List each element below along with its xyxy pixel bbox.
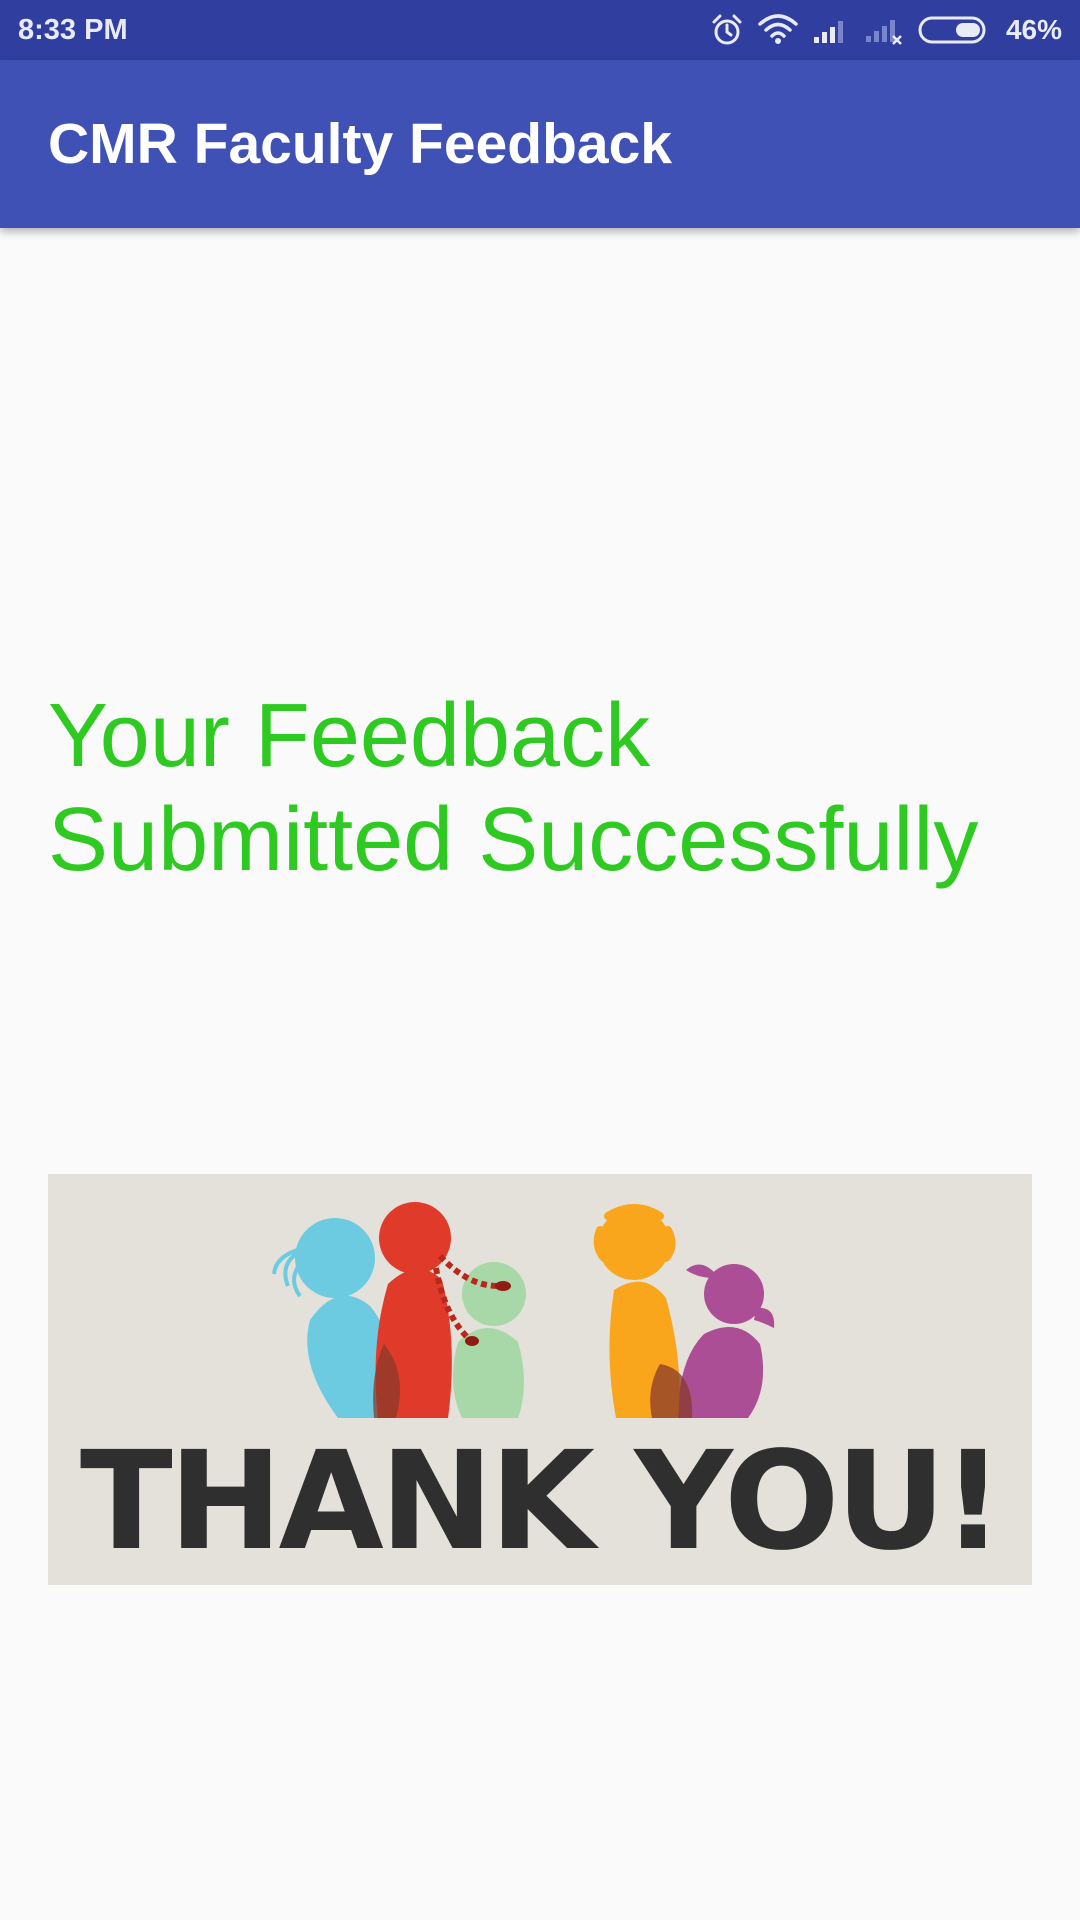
signal-icon — [812, 15, 850, 45]
battery-icon — [918, 15, 990, 45]
status-time: 8:33 PM — [18, 14, 128, 46]
success-message-line-2: Submitted Successfully — [48, 790, 979, 890]
thank-you-text: THANK YOU! — [79, 1423, 1004, 1581]
wifi-icon — [758, 14, 798, 46]
status-bar: 8:33 PM 46% — [0, 0, 1080, 60]
orange-figure — [593, 1204, 693, 1418]
alarm-icon — [710, 13, 744, 47]
status-icons: 46% — [710, 0, 1062, 60]
thank-you-image: THANK YOU! — [48, 1174, 1032, 1585]
success-message: Your Feedback Submitted Successfully — [48, 684, 1048, 892]
success-message-line-1: Your Feedback — [48, 686, 651, 786]
app-bar: CMR Faculty Feedback — [0, 60, 1080, 228]
app-title: CMR Faculty Feedback — [48, 112, 672, 176]
purple-figure — [678, 1264, 775, 1418]
green-figure — [452, 1262, 526, 1418]
signal-no-sim-icon — [864, 14, 904, 46]
battery-percent: 46% — [1005, 14, 1062, 45]
